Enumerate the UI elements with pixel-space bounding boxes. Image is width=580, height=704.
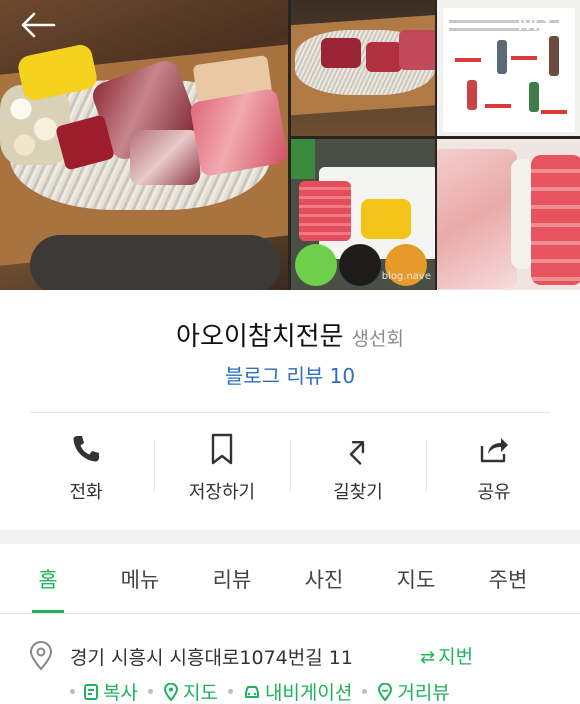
directions-button[interactable]: 길찾기: [290, 432, 426, 507]
jibun-label: 지번: [438, 646, 474, 668]
directions-icon: [349, 441, 365, 465]
tab-nearby[interactable]: 주변: [462, 544, 554, 613]
map-link[interactable]: 지도: [163, 678, 218, 704]
back-arrow-icon[interactable]: [18, 10, 58, 40]
separator-dot: [70, 689, 75, 694]
road-address: 경기 시흥시 시흥대로1074번길 11: [70, 647, 353, 669]
section-gap: [0, 530, 580, 544]
photo-thumbnail-3[interactable]: blog.nave: [291, 139, 435, 290]
map-label: 지도: [182, 682, 218, 704]
share-button[interactable]: 공유: [426, 432, 562, 507]
tab-review[interactable]: 리뷰: [186, 544, 278, 613]
bookmark-icon: [211, 433, 233, 465]
street-view-icon: [378, 682, 393, 701]
main-photo[interactable]: [0, 0, 288, 290]
save-button[interactable]: 저장하기: [154, 432, 290, 507]
car-icon: [244, 685, 259, 698]
navigation-label: 내비게이션: [264, 682, 353, 704]
place-title-row: 아오이참치전문 생선회: [0, 316, 580, 353]
map-pin-icon: [163, 682, 178, 701]
blog-review-link[interactable]: 블로그 리뷰 10: [0, 360, 580, 389]
call-label: 전화: [69, 482, 103, 503]
tab-menu[interactable]: 메뉴: [94, 544, 186, 613]
place-name: 아오이참치전문: [176, 322, 344, 352]
place-category: 생선회: [351, 328, 404, 350]
separator-dot: [147, 689, 153, 694]
separator-dot: [362, 689, 368, 694]
save-label: 저장하기: [188, 482, 256, 503]
call-button[interactable]: 전화: [18, 432, 154, 507]
photo-thumbnail-4[interactable]: [437, 139, 580, 290]
share-label: 공유: [477, 482, 511, 503]
location-pin-icon: [29, 641, 53, 671]
place-info-card: 아오이참치전문 생선회 블로그 리뷰 10 전화 저장하기 길찾기 공유: [0, 290, 580, 530]
copy-label: 복사: [103, 682, 138, 704]
action-bar: 전화 저장하기 길찾기 공유: [18, 432, 562, 507]
directions-label: 길찾기: [333, 482, 383, 503]
photo-thumbnail-1[interactable]: [291, 0, 435, 136]
street-view-link[interactable]: 거리뷰: [377, 678, 450, 704]
street-view-label: 거리뷰: [397, 682, 450, 704]
tab-map[interactable]: 지도: [370, 544, 462, 613]
copy-address-button[interactable]: 복사: [83, 678, 138, 704]
photo-thumbnail-2[interactable]: [437, 0, 580, 136]
address-section: 경기 시흥시 시흥대로1074번길 11 ⇄ 지번 복사 지도 내비게이션 거리…: [0, 615, 580, 704]
my-button[interactable]: MY: [517, 6, 556, 37]
photo-gallery[interactable]: blog.nave MY: [0, 0, 580, 290]
divider: [30, 412, 550, 413]
jibun-toggle[interactable]: ⇄ 지번: [420, 642, 473, 669]
phone-icon: [73, 436, 99, 462]
address-links: 복사 지도 내비게이션 거리뷰: [70, 678, 450, 704]
share-icon: [480, 438, 508, 463]
navigation-link[interactable]: 내비게이션: [243, 678, 352, 704]
separator-dot: [227, 689, 233, 694]
tab-bar: 홈 메뉴 리뷰 사진 지도 주변: [0, 544, 580, 614]
photo-watermark: blog.nave: [381, 271, 431, 282]
copy-icon: [84, 683, 98, 700]
tab-home[interactable]: 홈: [2, 544, 94, 613]
tab-photo[interactable]: 사진: [278, 544, 370, 613]
swap-arrows-icon: ⇄: [420, 647, 436, 668]
